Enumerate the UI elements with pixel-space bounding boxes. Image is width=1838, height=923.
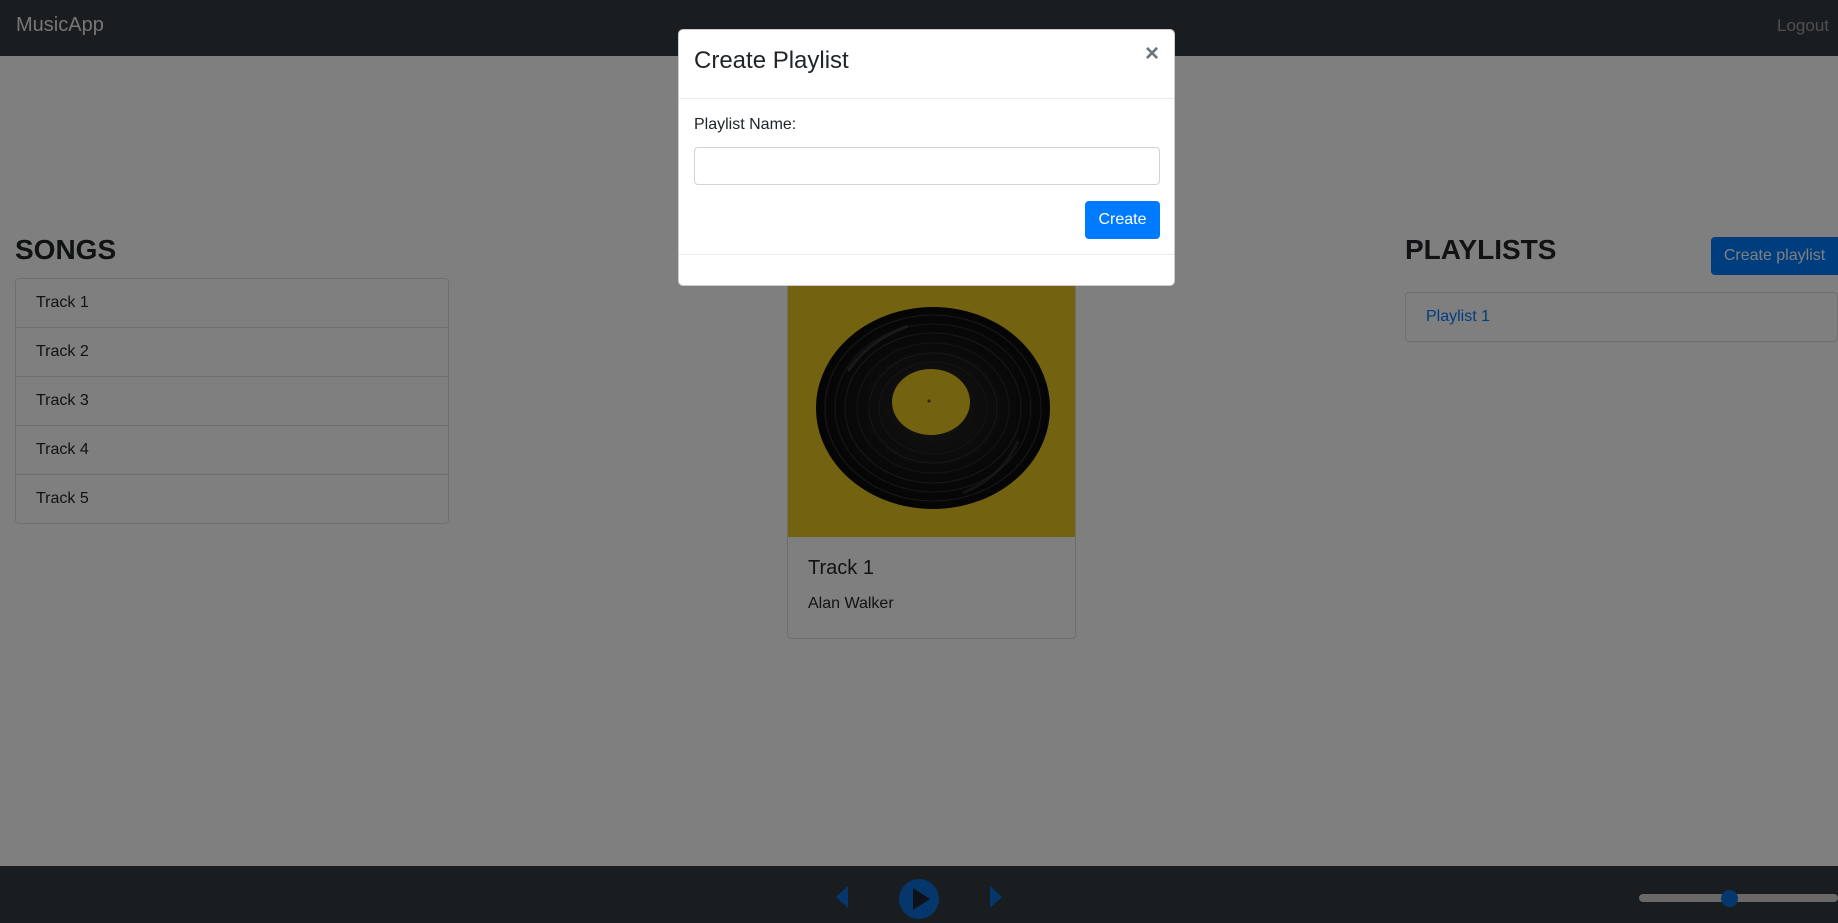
- create-playlist-modal: Create Playlist × Playlist Name: Create: [678, 29, 1175, 286]
- create-button[interactable]: Create: [1085, 201, 1160, 239]
- playlist-name-label: Playlist Name:: [694, 116, 797, 133]
- music-app: MusicApp Logout SONGS Track 1 Track 2 Tr…: [0, 0, 1838, 923]
- close-icon[interactable]: ×: [1145, 42, 1159, 66]
- playlist-name-input[interactable]: [694, 147, 1160, 185]
- modal-header: Create Playlist ×: [679, 30, 1174, 99]
- modal-title: Create Playlist: [694, 47, 849, 74]
- modal-footer: [679, 254, 1174, 255]
